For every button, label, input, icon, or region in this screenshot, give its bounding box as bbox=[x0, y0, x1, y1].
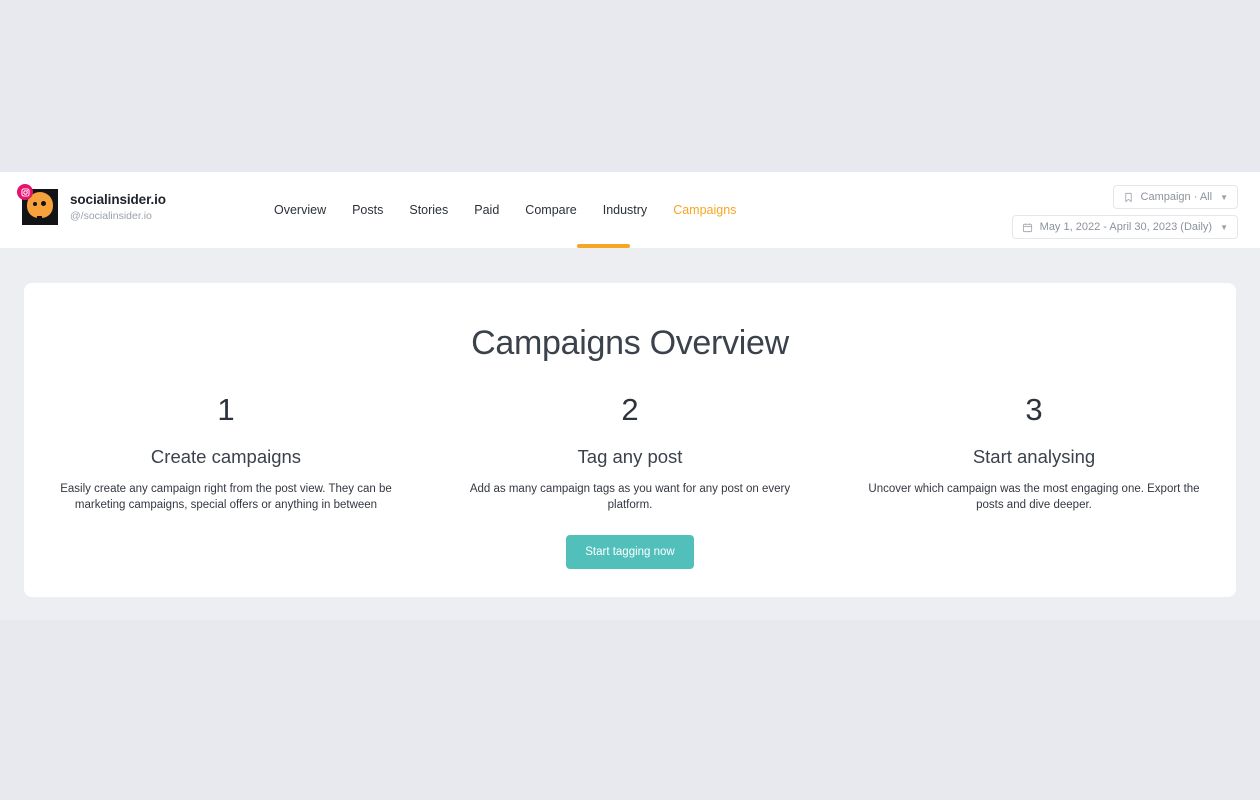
step-item: 1 Create campaigns Easily create any cam… bbox=[24, 394, 428, 569]
date-range-dropdown[interactable]: May 1, 2022 - April 30, 2023 (Daily) ▼ bbox=[1011, 215, 1238, 239]
avatar bbox=[17, 184, 58, 225]
app-header: socialinsider.io @/socialinsider.io Over… bbox=[0, 172, 1260, 248]
profile-handle: @/socialinsider.io bbox=[70, 210, 152, 222]
step-item: 3 Start analysing Uncover which campaign… bbox=[832, 394, 1236, 569]
campaign-filter-label: Campaign · All bbox=[1140, 191, 1213, 203]
tab-compare[interactable]: Compare bbox=[512, 203, 589, 217]
step-number: 2 bbox=[621, 392, 639, 427]
cta-container: Start tagging now bbox=[452, 535, 808, 569]
tab-overview[interactable]: Overview bbox=[274, 203, 339, 217]
campaign-filter-dropdown[interactable]: Campaign · All ▼ bbox=[1112, 185, 1238, 209]
step-description: Add as many campaign tags as you want fo… bbox=[469, 483, 791, 511]
tab-campaigns[interactable]: Campaigns bbox=[660, 203, 749, 217]
instagram-icon bbox=[17, 184, 33, 200]
header-controls: Campaign · All ▼ May 1, 2022 - April 30,… bbox=[1011, 185, 1238, 239]
step-description: Uncover which campaign was the most enga… bbox=[868, 483, 1200, 511]
start-tagging-button[interactable]: Start tagging now bbox=[566, 535, 694, 569]
chevron-down-icon: ▼ bbox=[1220, 192, 1228, 202]
calendar-icon bbox=[1022, 222, 1033, 233]
active-tab-indicator bbox=[577, 244, 630, 248]
step-heading: Tag any post bbox=[577, 446, 683, 467]
date-range-label: May 1, 2022 - April 30, 2023 (Daily) bbox=[1039, 221, 1213, 233]
step-number: 1 bbox=[217, 392, 235, 427]
tab-paid[interactable]: Paid bbox=[461, 203, 512, 217]
steps-list: 1 Create campaigns Easily create any cam… bbox=[24, 394, 1236, 569]
tab-posts[interactable]: Posts bbox=[339, 203, 396, 217]
profile-name: socialinsider.io bbox=[70, 191, 166, 207]
tab-stories[interactable]: Stories bbox=[396, 203, 461, 217]
step-item: 2 Tag any post Add as many campaign tags… bbox=[428, 394, 832, 569]
tab-industry[interactable]: Industry bbox=[590, 203, 660, 217]
bookmark-icon bbox=[1123, 192, 1134, 203]
step-description: Easily create any campaign right from th… bbox=[60, 483, 392, 511]
main-navigation: Overview Posts Stories Paid Compare Indu… bbox=[274, 203, 749, 217]
page-title: Campaigns Overview bbox=[471, 324, 789, 362]
chevron-down-icon: ▼ bbox=[1220, 222, 1228, 232]
step-number: 3 bbox=[1025, 392, 1043, 427]
profile-block: socialinsider.io @/socialinsider.io bbox=[17, 184, 166, 225]
step-heading: Start analysing bbox=[972, 446, 1096, 467]
step-heading: Create campaigns bbox=[150, 446, 302, 467]
campaigns-overview-card: Campaigns Overview 1 Create campaigns Ea… bbox=[24, 283, 1236, 597]
